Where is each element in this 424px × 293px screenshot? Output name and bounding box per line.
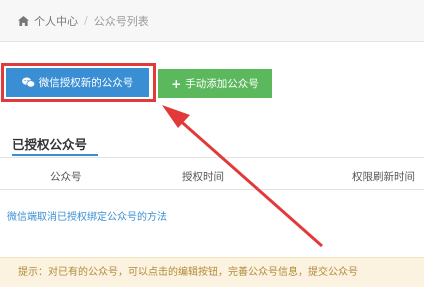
column-header-refresh-time: 权限刷新时间 — [352, 171, 415, 183]
breadcrumb: 个人中心 / 公众号列表 — [0, 0, 424, 42]
table-header: 公众号 授权时间 权限刷新时间 — [0, 162, 424, 190]
plus-icon: + — [171, 76, 182, 91]
home-icon[interactable] — [18, 15, 29, 26]
breadcrumb-separator: / — [84, 14, 88, 27]
page: 个人中心 / 公众号列表 微信授权新的公众号 + 手动添加公众号 已授权公众号 … — [0, 0, 424, 293]
column-header-auth-time: 授权时间 — [182, 171, 224, 183]
wechat-authorize-button[interactable]: 微信授权新的公众号 — [6, 68, 149, 97]
column-header-account: 公众号 — [50, 171, 82, 183]
tip-message: 提示：对已有的公众号，可以点击的编辑按钮，完善公众号信息，提交公众号 — [0, 257, 424, 287]
wechat-icon — [21, 77, 35, 88]
breadcrumb-home-link[interactable]: 个人中心 — [34, 13, 78, 29]
wechat-authorize-label: 微信授权新的公众号 — [38, 77, 134, 89]
section-title[interactable]: 已授权公众号 — [12, 134, 87, 153]
section-divider — [0, 157, 424, 158]
breadcrumb-current: 公众号列表 — [93, 14, 149, 28]
unbind-help-link[interactable]: 微信端取消已授权绑定公众号的方法 — [7, 208, 167, 223]
manual-add-button[interactable]: + 手动添加公众号 — [158, 69, 272, 98]
section-tab-underline — [12, 154, 98, 156]
manual-add-label: 手动添加公众号 — [185, 78, 259, 90]
